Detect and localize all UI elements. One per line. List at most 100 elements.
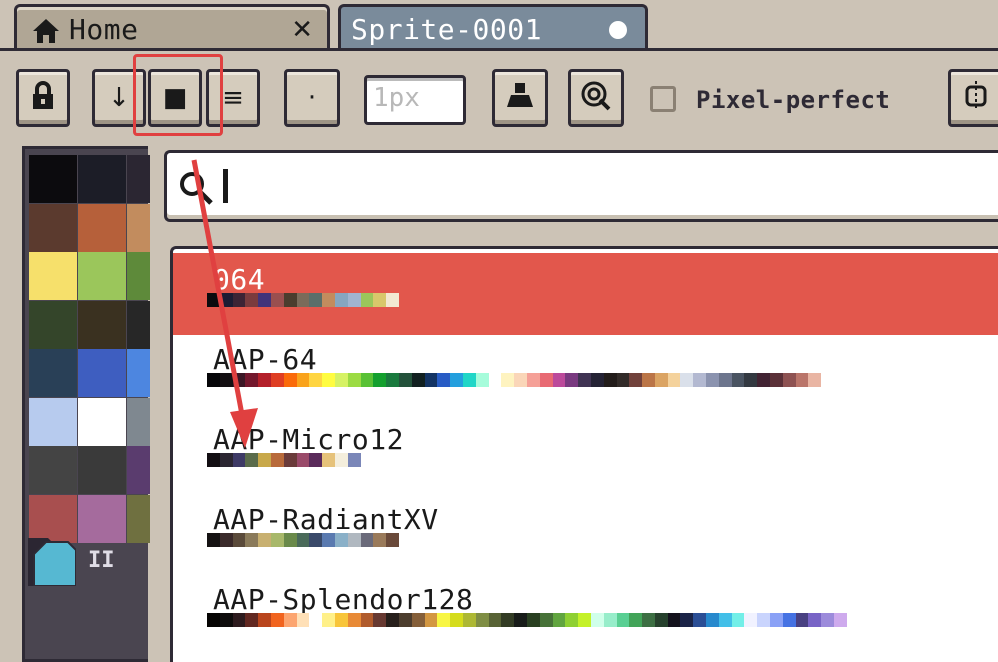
palette-color-chip [552,373,566,387]
palette-swatch[interactable] [78,397,126,446]
palette-color-chip [360,293,374,307]
palette-color-chip [322,453,335,467]
palette-swatch[interactable] [78,203,126,252]
close-icon[interactable]: ✕ [291,15,313,45]
annotation-highlight-box [133,54,223,136]
palette-color-chip [258,533,271,547]
palette-color-chip [373,293,387,307]
palette-color-chip [347,373,361,387]
palette-color-chip [603,373,617,387]
palette-color-chip [245,613,259,627]
palette-color-chip [219,373,233,387]
palette-color-chip [373,533,387,547]
palette-color-chip [296,373,310,387]
palette-swatch[interactable] [29,446,77,494]
palette-color-chip [629,613,643,627]
palette-search-box[interactable] [164,150,998,222]
palette-swatch[interactable] [78,252,126,300]
palette-color-chip [360,373,374,387]
palette-color-chip [283,613,297,627]
palette-swatch[interactable] [29,494,77,543]
palette-swatch[interactable] [78,349,126,397]
dot-brush-button[interactable]: · [284,69,340,127]
palette-color-chip [437,613,451,627]
palette-color-chip [296,533,310,547]
palette-name: AAP-Splendor128 [213,583,474,616]
palette-color-chip [232,533,246,547]
brush-size-field[interactable] [364,75,469,125]
palette-color-strip [207,613,847,627]
pixel-perfect-checkbox[interactable] [650,86,676,112]
palette-color-chip [347,613,361,627]
palette-swatch[interactable] [29,155,77,203]
palette-color-chip [232,453,246,467]
palette-color-chip [270,373,284,387]
palette-color-chip [322,293,335,307]
palette-color-chip [373,613,387,627]
palette-color-chip [488,373,502,387]
brush-size-input[interactable] [367,78,469,118]
palette-color-chip [296,453,310,467]
palette-color-chip [334,373,348,387]
palette-swatch[interactable] [29,300,77,349]
foreground-color-indicator[interactable] [28,538,77,587]
arrow-down-icon: ↓ [108,83,130,113]
palette-list[interactable]: 064 AAP-64 AAP-Micro12 AAP-RadiantXV AAP-Spl… [170,246,998,662]
tab-sprite[interactable]: Sprite-0001 [338,4,648,50]
palette-color-chip [424,613,438,627]
pressure-button[interactable] [568,69,624,127]
palette-swatch[interactable] [29,397,77,446]
palette-swatch[interactable] [29,252,77,300]
palette-color-chip [462,613,476,627]
palette-color-strip [207,533,399,547]
palette-color-chip [629,373,643,387]
palette-swatch[interactable] [29,349,77,397]
palette-color-chip [616,613,630,627]
palette-swatch[interactable] [78,300,126,349]
palette-swatch[interactable] [78,155,126,203]
palette-color-chip [501,613,515,627]
palette-color-chip [245,453,259,467]
palette-color-chip [207,293,220,307]
palette-color-chip [334,613,348,627]
symmetry-icon [963,79,989,117]
pixel-perfect-label: Pixel-perfect [696,86,891,114]
tab-strip: Home ✕ Sprite-0001 [0,0,998,54]
palette-color-chip [398,373,412,387]
palette-color-chip [603,613,617,627]
symmetry-button[interactable] [948,69,998,127]
palette-color-chip [207,453,220,467]
palette-row[interactable]: AAP-64 [173,333,998,415]
palette-color-chip [744,373,758,387]
palette-swatch[interactable] [78,494,126,543]
palette-color-chip [565,613,579,627]
palette-color-chip [270,293,284,307]
palette-row[interactable]: 064 [173,253,998,335]
palette-color-chip [258,373,271,387]
palette-color-chip [514,373,527,387]
palette-color-chip [450,613,463,627]
ink-button[interactable] [492,69,548,127]
palette-color-chip [283,453,297,467]
ink-icon [505,81,535,115]
palette-row[interactable]: AAP-Splendor128 [173,573,998,655]
palette-color-chip [706,613,719,627]
palette-row[interactable]: AAP-Micro12 [173,413,998,495]
palette-color-chip [770,613,783,627]
palette-name: AAP-RadiantXV [213,503,439,536]
palette-color-chip [232,293,246,307]
unsaved-dot-icon[interactable] [609,21,627,39]
palette-color-chip [539,613,553,627]
palette-color-chip [309,613,323,627]
palette-color-chip [654,613,668,627]
pressure-icon [580,80,612,116]
palette-swatch[interactable] [29,203,77,252]
tab-home[interactable]: Home ✕ [14,4,330,50]
palette-color-chip [334,453,348,467]
palette-swatch[interactable] [78,446,126,494]
palette-color-chip [219,453,233,467]
palette-row[interactable]: AAP-RadiantXV [173,493,998,575]
lock-button[interactable] [16,69,70,127]
palette-color-chip [245,373,259,387]
palette-color-chip [757,613,771,627]
